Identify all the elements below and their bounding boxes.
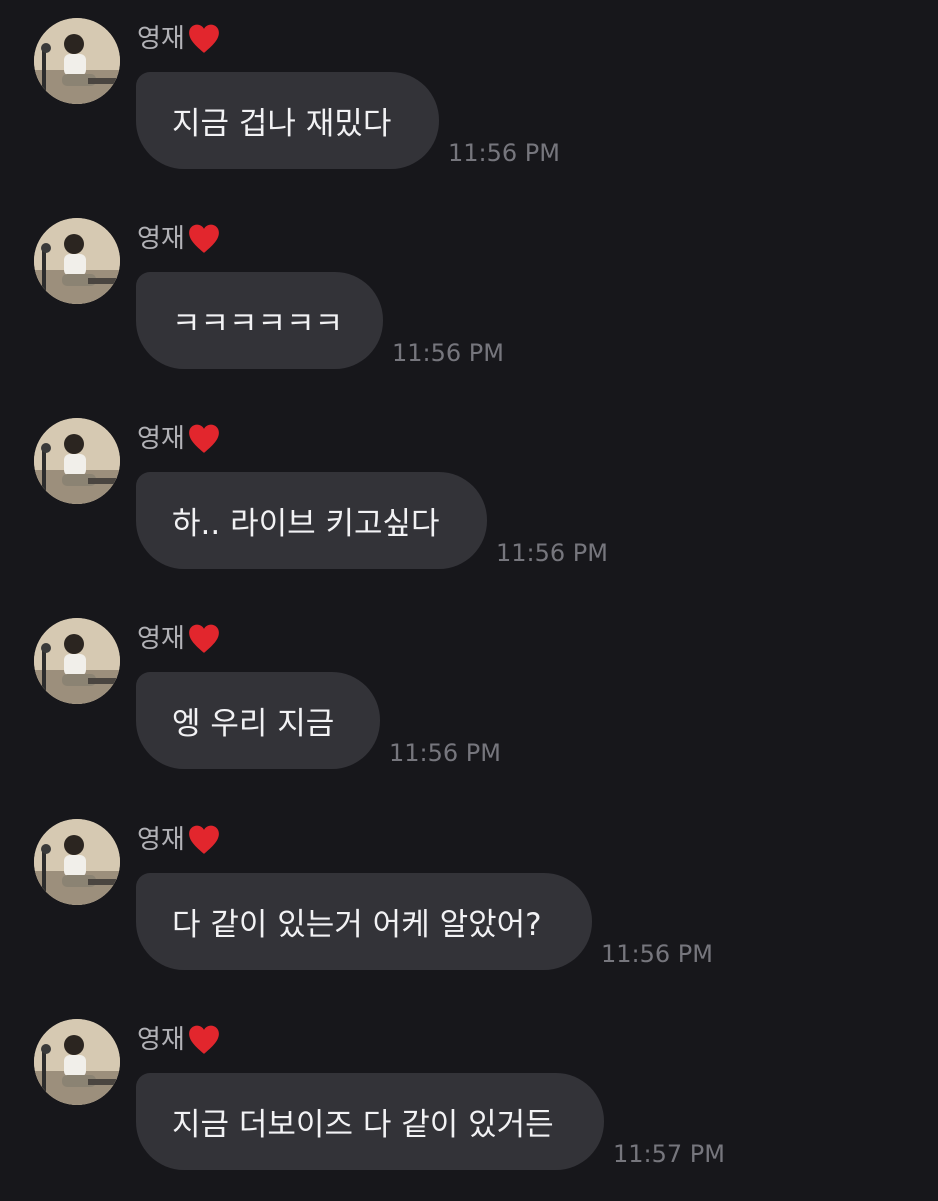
- avatar-photo: [34, 618, 120, 704]
- message-bubble[interactable]: 지금 겁나 재밌다: [136, 72, 439, 169]
- sender-name-text: 영재: [137, 825, 185, 855]
- avatar-photo: [34, 418, 120, 504]
- chat-message: 영재 하.. 라이브 키고싶다 11:56 PM: [0, 400, 938, 600]
- message-timestamp: 11:56 PM: [448, 139, 560, 167]
- red-heart-icon: [188, 624, 219, 653]
- avatar[interactable]: [34, 18, 120, 104]
- red-heart-icon: [188, 224, 219, 253]
- avatar[interactable]: [34, 1019, 120, 1105]
- message-timestamp: 11:56 PM: [601, 940, 713, 968]
- chat-message: 영재 엥 우리 지금 11:56 PM: [0, 600, 938, 800]
- message-text: 지금 겁나 재밌다: [172, 106, 392, 142]
- avatar-photo: [34, 18, 120, 104]
- sender-name: 영재: [137, 1021, 221, 1059]
- avatar[interactable]: [34, 418, 120, 504]
- avatar[interactable]: [34, 218, 120, 304]
- message-bubble[interactable]: 지금 더보이즈 다 같이 있거든: [136, 1073, 604, 1170]
- sender-name-text: 영재: [137, 24, 185, 54]
- message-timestamp: 11:56 PM: [392, 339, 504, 367]
- chat-message: 영재 지금 겁나 재밌다 11:56 PM: [0, 0, 938, 200]
- avatar-photo: [34, 218, 120, 304]
- message-timestamp: 11:56 PM: [496, 539, 608, 567]
- sender-name: 영재: [137, 821, 221, 859]
- message-timestamp: 11:57 PM: [613, 1140, 725, 1168]
- red-heart-icon: [188, 424, 219, 453]
- red-heart-icon: [188, 825, 219, 854]
- message-text: 하.. 라이브 키고싶다: [172, 506, 440, 542]
- message-text: 엥 우리 지금: [172, 706, 335, 742]
- message-timestamp: 11:56 PM: [389, 739, 501, 767]
- message-text: ㅋㅋㅋㅋㅋㅋ: [172, 306, 344, 342]
- sender-name: 영재: [137, 220, 221, 258]
- message-bubble[interactable]: ㅋㅋㅋㅋㅋㅋ: [136, 272, 383, 369]
- sender-name-text: 영재: [137, 624, 185, 654]
- avatar-photo: [34, 1019, 120, 1105]
- sender-name-text: 영재: [137, 1025, 185, 1055]
- message-text: 지금 더보이즈 다 같이 있거든: [172, 1107, 554, 1143]
- sender-name: 영재: [137, 620, 221, 658]
- message-bubble[interactable]: 다 같이 있는거 어케 알았어?: [136, 873, 592, 970]
- sender-name: 영재: [137, 420, 221, 458]
- avatar-photo: [34, 819, 120, 905]
- sender-name: 영재: [137, 20, 221, 58]
- chat-message: 영재 다 같이 있는거 어케 알았어? 11:56 PM: [0, 801, 938, 1001]
- chat-message: 영재 지금 더보이즈 다 같이 있거든 11:57 PM: [0, 1001, 938, 1201]
- message-text: 다 같이 있는거 어케 알았어?: [172, 907, 542, 943]
- message-bubble[interactable]: 엥 우리 지금: [136, 672, 380, 769]
- message-bubble[interactable]: 하.. 라이브 키고싶다: [136, 472, 487, 569]
- red-heart-icon: [188, 24, 219, 53]
- red-heart-icon: [188, 1025, 219, 1054]
- sender-name-text: 영재: [137, 224, 185, 254]
- avatar[interactable]: [34, 618, 120, 704]
- sender-name-text: 영재: [137, 424, 185, 454]
- avatar[interactable]: [34, 819, 120, 905]
- chat-message: 영재 ㅋㅋㅋㅋㅋㅋ 11:56 PM: [0, 200, 938, 400]
